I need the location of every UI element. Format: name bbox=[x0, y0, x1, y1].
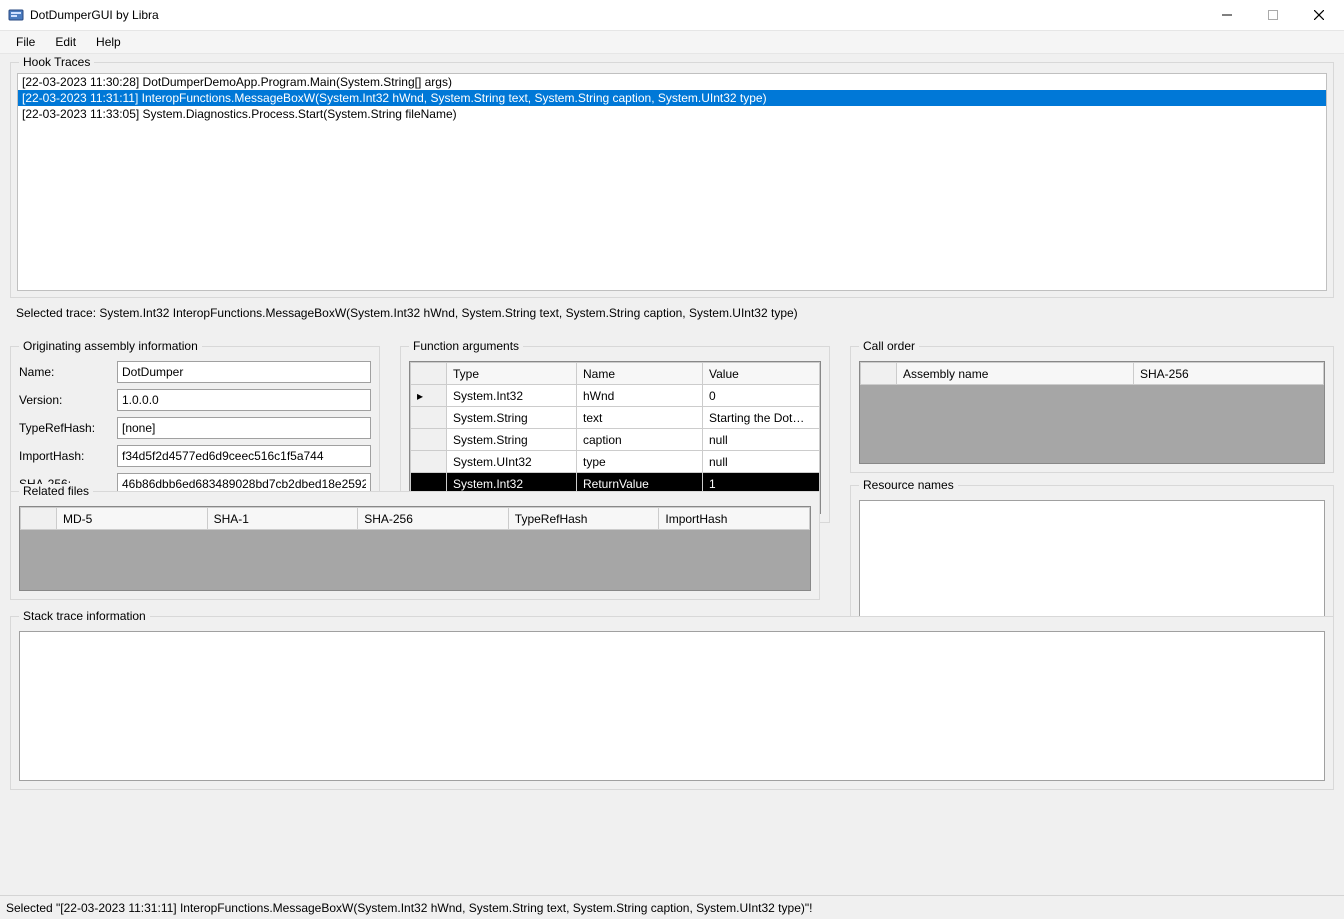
group-legend: Resource names bbox=[859, 478, 958, 492]
input-typerefhash[interactable] bbox=[117, 417, 371, 439]
row-header bbox=[411, 407, 447, 429]
window-title: DotDumperGUI by Libra bbox=[30, 8, 159, 22]
minimize-button[interactable] bbox=[1204, 0, 1250, 30]
grid-filler bbox=[860, 385, 1324, 463]
col-sha256[interactable]: SHA-256 bbox=[358, 508, 509, 530]
hook-traces-list[interactable]: [22-03-2023 11:30:28] DotDumperDemoApp.P… bbox=[17, 73, 1327, 291]
col-name[interactable]: Name bbox=[577, 363, 703, 385]
group-hook-traces: Hook Traces [22-03-2023 11:30:28] DotDum… bbox=[10, 62, 1334, 298]
group-call-order: Call order Assembly name SHA-256 bbox=[850, 346, 1334, 473]
group-related-files: Related files MD-5 SHA-1 SHA-256 TypeRef… bbox=[10, 491, 820, 600]
group-legend: Related files bbox=[19, 484, 93, 498]
cell-type: System.UInt32 bbox=[447, 451, 577, 473]
col-sha1[interactable]: SHA-1 bbox=[207, 508, 358, 530]
status-bar: Selected "[22-03-2023 11:31:11] InteropF… bbox=[0, 895, 1344, 919]
cell-name: hWnd bbox=[577, 385, 703, 407]
cell-value: 0 bbox=[703, 385, 820, 407]
stack-trace-box[interactable] bbox=[19, 631, 1325, 781]
cell-name: text bbox=[577, 407, 703, 429]
label-typerefhash: TypeRefHash: bbox=[19, 421, 117, 435]
row-header: ▸ bbox=[411, 385, 447, 407]
funcarg-row[interactable]: ▸System.Int32hWnd0 bbox=[411, 385, 820, 407]
group-legend: Hook Traces bbox=[19, 55, 94, 69]
col-value[interactable]: Value bbox=[703, 363, 820, 385]
label-importhash: ImportHash: bbox=[19, 449, 117, 463]
col-typerefhash[interactable]: TypeRefHash bbox=[508, 508, 659, 530]
col-assembly-name[interactable]: Assembly name bbox=[897, 363, 1134, 385]
row-header bbox=[411, 451, 447, 473]
group-legend: Stack trace information bbox=[19, 609, 150, 623]
close-button[interactable] bbox=[1296, 0, 1342, 30]
cell-value: null bbox=[703, 451, 820, 473]
col-importhash[interactable]: ImportHash bbox=[659, 508, 810, 530]
funcarg-row[interactable]: System.Stringcaptionnull bbox=[411, 429, 820, 451]
menu-edit[interactable]: Edit bbox=[45, 32, 86, 52]
related-files-grid[interactable]: MD-5 SHA-1 SHA-256 TypeRefHash ImportHas… bbox=[19, 506, 811, 591]
trace-row[interactable]: [22-03-2023 11:31:11] InteropFunctions.M… bbox=[18, 90, 1326, 106]
col-sha256[interactable]: SHA-256 bbox=[1134, 363, 1324, 385]
client-area: Hook Traces [22-03-2023 11:30:28] DotDum… bbox=[0, 54, 1344, 895]
input-name[interactable] bbox=[117, 361, 371, 383]
label-name: Name: bbox=[19, 365, 117, 379]
cell-type: System.String bbox=[447, 407, 577, 429]
row-header bbox=[411, 429, 447, 451]
menubar: File Edit Help bbox=[0, 30, 1344, 54]
cell-type: System.String bbox=[447, 429, 577, 451]
cell-name: type bbox=[577, 451, 703, 473]
group-legend: Function arguments bbox=[409, 339, 523, 353]
grid-filler bbox=[20, 530, 810, 590]
funcarg-row[interactable]: System.UInt32typenull bbox=[411, 451, 820, 473]
cell-name: caption bbox=[577, 429, 703, 451]
cell-value: Starting the DotDum... bbox=[703, 407, 820, 429]
status-text: Selected "[22-03-2023 11:31:11] InteropF… bbox=[6, 901, 812, 915]
titlebar: DotDumperGUI by Libra bbox=[0, 0, 1344, 30]
cell-type: System.Int32 bbox=[447, 385, 577, 407]
trace-row[interactable]: [22-03-2023 11:33:05] System.Diagnostics… bbox=[18, 106, 1326, 122]
label-version: Version: bbox=[19, 393, 117, 407]
call-order-grid[interactable]: Assembly name SHA-256 bbox=[859, 361, 1325, 464]
input-version[interactable] bbox=[117, 389, 371, 411]
group-legend: Call order bbox=[859, 339, 919, 353]
cell-value: null bbox=[703, 429, 820, 451]
menu-help[interactable]: Help bbox=[86, 32, 131, 52]
funcarg-row[interactable]: System.StringtextStarting the DotDum... bbox=[411, 407, 820, 429]
input-importhash[interactable] bbox=[117, 445, 371, 467]
group-legend: Originating assembly information bbox=[19, 339, 202, 353]
trace-row[interactable]: [22-03-2023 11:30:28] DotDumperDemoApp.P… bbox=[18, 74, 1326, 90]
app-icon bbox=[8, 7, 24, 23]
group-stack-trace: Stack trace information bbox=[10, 616, 1334, 790]
selected-trace-label: Selected trace: System.Int32 InteropFunc… bbox=[10, 302, 1334, 322]
col-type[interactable]: Type bbox=[447, 363, 577, 385]
col-md5[interactable]: MD-5 bbox=[57, 508, 208, 530]
menu-file[interactable]: File bbox=[6, 32, 45, 52]
maximize-button[interactable] bbox=[1250, 0, 1296, 30]
